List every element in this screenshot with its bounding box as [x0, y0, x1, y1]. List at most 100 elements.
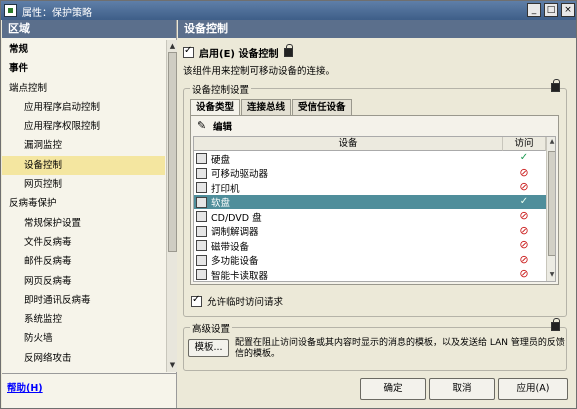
- window-title: 属性：保护策略: [22, 8, 92, 19]
- ok-button[interactable]: 确定: [360, 378, 426, 400]
- deny-icon: ⊘: [519, 238, 529, 251]
- device-name: 打印机: [211, 183, 240, 195]
- description: 该组件用来控制可移动设备的连接。: [183, 66, 336, 77]
- allow-check-icon: ✓: [519, 152, 529, 163]
- advanced-lock-icon[interactable]: [551, 318, 560, 331]
- sidebar-item[interactable]: 反网络攻击: [2, 349, 165, 368]
- tab-item[interactable]: 设备类型: [190, 99, 241, 116]
- table-scrollbar[interactable]: ▲ ▼: [546, 137, 555, 281]
- deny-icon: ⊘: [519, 267, 529, 280]
- scroll-down-icon[interactable]: ▼: [168, 360, 177, 370]
- access-cell[interactable]: ✓: [503, 195, 545, 209]
- edit-button[interactable]: 编辑: [213, 119, 232, 133]
- minimize-button[interactable]: _: [527, 3, 541, 17]
- sidebar-item[interactable]: 漏洞监控: [2, 136, 165, 155]
- device-name: 软盘: [211, 198, 231, 209]
- access-cell[interactable]: ⊘: [503, 224, 545, 238]
- tab-item[interactable]: 连接总线: [241, 99, 292, 115]
- section-nav: 常规 事件 端点控制 应用程序启动控制 应用程序权限控制 漏洞监控 设备控制 网页控制 反病毒保…: [2, 40, 165, 368]
- enable-checkbox[interactable]: [183, 45, 194, 58]
- access-cell[interactable]: ✓: [503, 151, 545, 165]
- table-row[interactable]: 多功能设备 ⊘: [194, 253, 546, 267]
- deny-icon: ⊘: [519, 252, 529, 266]
- sidebar-scroll-thumb[interactable]: [168, 52, 177, 252]
- sidebar-item[interactable]: 即时通讯反病毒: [2, 291, 165, 310]
- access-cell[interactable]: ⊘: [503, 209, 545, 223]
- table-row[interactable]: 硬盘 ✓: [194, 151, 546, 166]
- floppy-icon: [196, 196, 207, 208]
- sidebar-scrollbar[interactable]: ▲ ▼: [166, 40, 177, 372]
- device-cell: 软盘: [196, 196, 230, 209]
- access-cell[interactable]: ⊘: [503, 267, 545, 281]
- lock-icon[interactable]: [284, 44, 294, 57]
- properties-window: 属性：保护策略 _ □ × 区域 常规 事件 端点控制 应用程序启动控制 应用程序权限控…: [0, 0, 577, 409]
- apply-button[interactable]: 应用(A): [498, 378, 568, 400]
- access-cell[interactable]: ⊘: [503, 180, 545, 194]
- allow-temp-row: 允许临时访问请求: [191, 294, 283, 308]
- access-cell[interactable]: ⊘: [503, 238, 545, 252]
- device-cell: 磁带设备: [196, 239, 250, 253]
- device-name: CD/DVD 盘: [211, 212, 262, 224]
- sidebar-header: 区域: [2, 20, 176, 38]
- deny-icon: ⊘: [519, 209, 529, 222]
- edit-row[interactable]: ✎ 编辑: [197, 119, 232, 134]
- sidebar-item[interactable]: 网页控制: [2, 175, 165, 194]
- device-name: 多功能设备: [211, 256, 259, 267]
- table-row[interactable]: 磁带设备 ⊘: [194, 238, 546, 253]
- sidebar-item[interactable]: 防火墙: [2, 329, 165, 348]
- device-table: 设备 访问 硬盘 ✓ 可移动驱动器 ⊘ 打印机 ⊘ 软盘 ✓ CD/DVD 盘 ⊘ 调制解调器 ⊘ 磁带…: [193, 136, 556, 282]
- sidebar-item[interactable]: 应用程序启动控制: [2, 98, 165, 117]
- table-row[interactable]: 调制解调器 ⊘: [194, 224, 546, 238]
- device-name: 磁带设备: [211, 241, 250, 253]
- smart-card-reader-icon: [196, 269, 207, 280]
- deny-icon: ⊘: [519, 223, 529, 237]
- content-header: 设备控制: [178, 20, 576, 38]
- sidebar-item[interactable]: 网页反病毒: [2, 272, 165, 291]
- settings-lock-icon[interactable]: [551, 79, 560, 92]
- device-cell: 调制解调器: [196, 225, 259, 238]
- cancel-button[interactable]: 取消: [429, 378, 495, 400]
- device-cell: 可移动驱动器: [196, 167, 268, 180]
- table-row[interactable]: 打印机 ⊘: [194, 180, 546, 195]
- table-scroll-thumb[interactable]: [548, 151, 555, 256]
- tape-icon: [196, 240, 207, 251]
- access-cell[interactable]: ⊘: [503, 166, 545, 180]
- sidebar-item[interactable]: 邮件反病毒: [2, 252, 165, 271]
- tab-item[interactable]: 受信任设备: [292, 99, 352, 115]
- advanced-description: 配置在阻止访问设备或其内容时显示的消息的模板，以及发送给 LAN 管理员的反馈信…: [235, 338, 565, 359]
- scroll-up-icon[interactable]: ▲: [168, 41, 177, 51]
- device-cell: 智能卡读取器: [196, 268, 268, 281]
- table-scroll-up-icon[interactable]: ▲: [547, 138, 555, 145]
- sidebar-item[interactable]: 端点控制: [2, 79, 165, 98]
- help-link[interactable]: 帮助(H): [7, 380, 43, 394]
- sidebar-item[interactable]: 应用程序权限控制: [2, 117, 165, 136]
- device-cell: CD/DVD 盘: [196, 210, 262, 224]
- allow-temp-checkbox[interactable]: [191, 294, 202, 307]
- column-header-device[interactable]: 设备: [194, 137, 503, 151]
- sidebar-item[interactable]: 事件: [2, 59, 165, 78]
- template-button[interactable]: 模板...: [188, 339, 229, 357]
- table-row[interactable]: CD/DVD 盘 ⊘: [194, 209, 546, 224]
- sidebar-item[interactable]: 常规保护设置: [2, 214, 165, 233]
- device-cell: 硬盘: [196, 152, 230, 166]
- table-row[interactable]: 智能卡读取器 ⊘: [194, 267, 546, 281]
- table-row[interactable]: 软盘 ✓: [194, 194, 546, 209]
- sidebar-item[interactable]: 常规: [2, 40, 165, 59]
- sidebar-item[interactable]: 反病毒保护: [2, 194, 165, 213]
- enable-label[interactable]: 启用(E) 设备控制: [199, 45, 278, 60]
- app-icon: [4, 4, 17, 17]
- close-button[interactable]: ×: [561, 3, 575, 17]
- title-bar[interactable]: 属性：保护策略 _ □ ×: [1, 1, 576, 20]
- table-row[interactable]: 可移动驱动器 ⊘: [194, 166, 546, 180]
- sidebar: 区域 常规 事件 端点控制 应用程序启动控制 应用程序权限控制 漏洞监控 设备控制 网页控制反…: [2, 20, 177, 373]
- maximize-button[interactable]: □: [544, 3, 558, 17]
- sidebar-item[interactable]: 设备控制: [2, 155, 165, 176]
- device-cell: 打印机: [196, 181, 240, 195]
- enable-row: 启用(E) 设备控制: [183, 44, 294, 60]
- table-scroll-down-icon[interactable]: ▼: [547, 271, 555, 278]
- allow-temp-label[interactable]: 允许临时访问请求: [207, 294, 283, 308]
- sidebar-item[interactable]: 系统监控: [2, 310, 165, 329]
- sidebar-item[interactable]: 文件反病毒: [2, 233, 165, 252]
- access-cell[interactable]: ⊘: [503, 253, 545, 267]
- column-header-access[interactable]: 访问: [503, 137, 546, 151]
